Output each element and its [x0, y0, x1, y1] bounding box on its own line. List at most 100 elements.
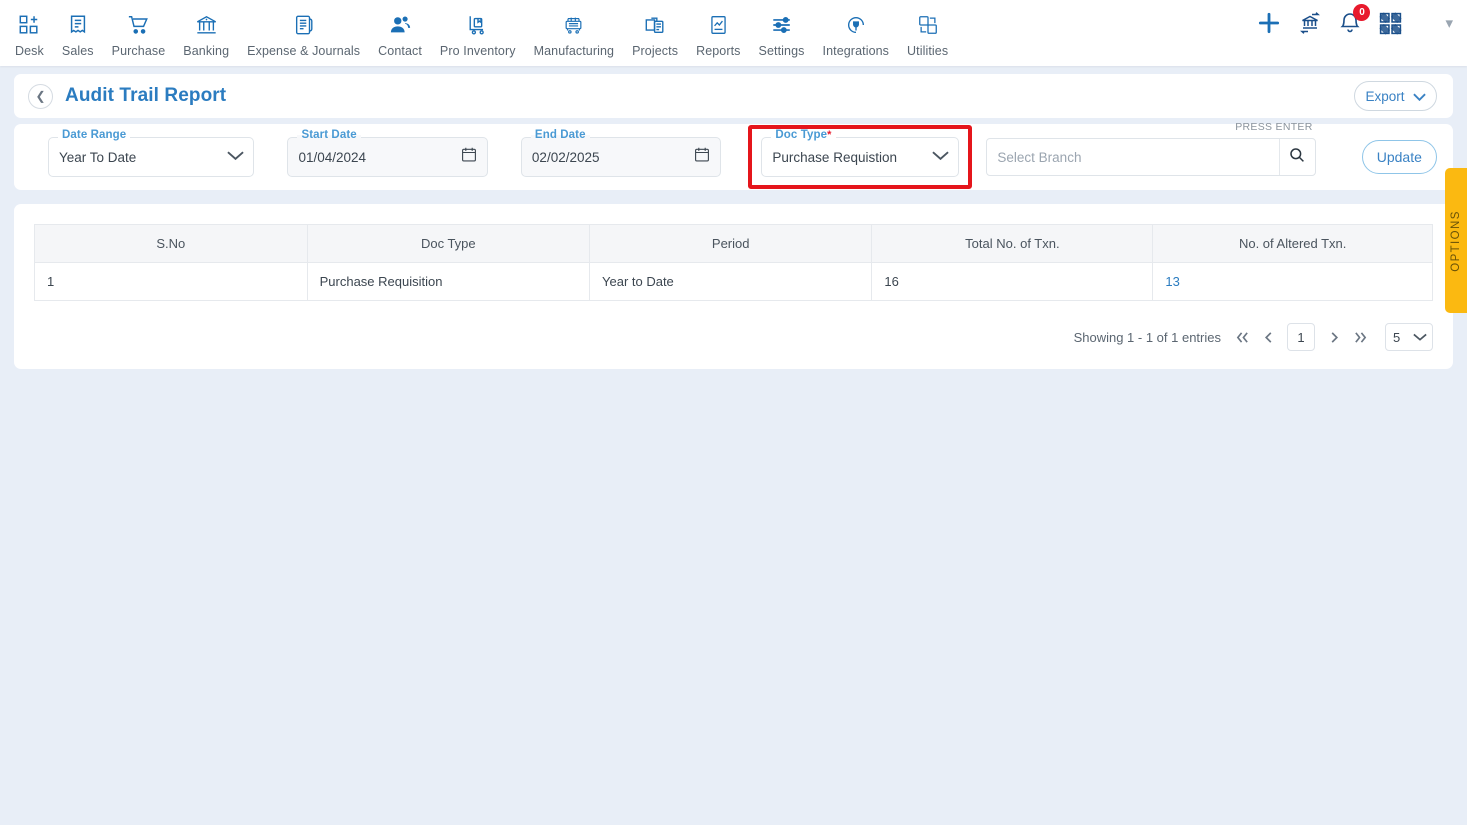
nav-item-contact[interactable]: Contact	[369, 8, 431, 58]
end-date-field[interactable]: End Date 02/02/2025	[520, 129, 722, 177]
chevron-down-icon	[932, 148, 950, 166]
nav-item-integrations[interactable]: Integrations	[814, 8, 899, 58]
journal-book-icon	[293, 10, 315, 40]
press-enter-hint: PRESS ENTER	[1235, 121, 1313, 133]
chevron-left-icon: ❮	[35, 89, 46, 103]
update-button-label: Update	[1376, 149, 1422, 165]
column-header-doc-type: Doc Type	[306, 224, 591, 263]
table-row: 1 Purchase Requisition Year to Date 16 1…	[34, 262, 1433, 301]
prev-page-button[interactable]	[1255, 324, 1281, 350]
people-icon	[389, 10, 412, 40]
nav-item-utilities[interactable]: Utilities	[898, 8, 957, 58]
doc-type-select[interactable]: Doc Type* Purchase Requistion	[761, 129, 960, 177]
search-button[interactable]	[1278, 139, 1315, 175]
next-page-button[interactable]	[1321, 324, 1347, 350]
column-header-period: Period	[588, 224, 873, 263]
page-number-1[interactable]: 1	[1287, 323, 1315, 351]
update-button[interactable]: Update	[1361, 140, 1437, 174]
audit-trail-table: S.No Doc Type Period Total No. of Txn. N…	[34, 224, 1433, 301]
nav-item-manufacturing[interactable]: Manufacturing	[525, 8, 624, 58]
nav-item-reports[interactable]: Reports	[687, 8, 749, 58]
start-date-value: 01/04/2024	[298, 149, 367, 165]
nav-item-purchase[interactable]: Purchase	[103, 8, 175, 58]
options-side-tab[interactable]: OPTIONS	[1445, 168, 1467, 313]
search-icon	[1289, 147, 1305, 168]
export-button[interactable]: Export	[1354, 81, 1437, 111]
nav-item-label: Expense & Journals	[247, 44, 361, 58]
branch-search-input[interactable]	[987, 149, 1279, 165]
required-asterisk: *	[827, 129, 832, 141]
filter-bar: Date Range Year To Date Start Date 01/04…	[14, 121, 1453, 190]
column-header-total-txn: Total No. of Txn.	[871, 224, 1154, 263]
pagination-summary: Showing 1 - 1 of 1 entries	[1073, 329, 1221, 345]
report-chart-icon	[708, 10, 729, 40]
table-header-row: S.No Doc Type Period Total No. of Txn. N…	[34, 224, 1433, 263]
hand-truck-icon	[467, 10, 489, 40]
cell-altered-txn-link[interactable]: 13	[1152, 262, 1433, 301]
export-button-label: Export	[1365, 88, 1405, 104]
calendar-icon[interactable]	[694, 147, 710, 168]
dashboard-grid-plus-icon	[18, 10, 40, 40]
first-page-button[interactable]	[1229, 324, 1255, 350]
nav-item-desk[interactable]: Desk	[6, 8, 53, 58]
machine-icon	[562, 10, 585, 40]
cell-doc-type: Purchase Requisition	[306, 262, 591, 301]
nav-item-sales[interactable]: Sales	[53, 8, 103, 58]
doc-type-label-text: Doc Type	[775, 129, 828, 141]
nav-right-actions: 0 ▾	[1256, 4, 1467, 36]
table-body: 1 Purchase Requisition Year to Date 16 1…	[34, 262, 1433, 301]
nav-item-banking[interactable]: Banking	[174, 8, 238, 58]
calendar-icon[interactable]	[461, 147, 477, 168]
chevron-down-icon	[1413, 330, 1427, 345]
nav-item-label: Contact	[378, 44, 422, 58]
doc-type-label: Doc Type*	[771, 129, 836, 141]
chevron-down-icon	[227, 148, 245, 166]
cell-sno: 1	[34, 262, 308, 301]
page-size-select[interactable]: 5	[1385, 323, 1433, 351]
bank-building-icon	[195, 10, 218, 40]
back-button[interactable]: ❮	[28, 83, 53, 109]
nav-item-label: Reports	[696, 44, 741, 58]
cell-period: Year to Date	[588, 262, 873, 301]
nav-item-pro-inventory[interactable]: Pro Inventory	[431, 8, 525, 58]
apps-grid-icon[interactable]	[1378, 11, 1403, 36]
doc-type-value: Purchase Requistion	[772, 149, 897, 165]
end-date-value: 02/02/2025	[531, 149, 600, 165]
column-header-sno: S.No	[34, 224, 308, 263]
nav-item-label: Purchase	[111, 44, 166, 58]
nav-item-label: Settings	[758, 44, 805, 58]
options-tab-label: OPTIONS	[1450, 209, 1462, 272]
bank-transfer-icon[interactable]	[1298, 11, 1322, 35]
chevron-down-icon[interactable]: ▾	[1445, 14, 1453, 32]
cell-total-txn: 16	[871, 262, 1154, 301]
bell-icon[interactable]: 0	[1338, 4, 1371, 35]
table-head: S.No Doc Type Period Total No. of Txn. N…	[34, 224, 1433, 263]
nav-item-settings[interactable]: Settings	[750, 8, 814, 58]
report-table-card: S.No Doc Type Period Total No. of Txn. N…	[14, 204, 1453, 369]
doc-type-highlight-box: Doc Type* Purchase Requistion	[748, 125, 973, 189]
last-page-button[interactable]	[1347, 324, 1373, 350]
top-navigation-bar: Desk Sales Purchase Banking Expense & Jo…	[0, 0, 1467, 66]
start-date-field[interactable]: Start Date 01/04/2024	[287, 129, 488, 177]
nav-item-expense-journals[interactable]: Expense & Journals	[238, 8, 369, 58]
utilities-swap-icon	[917, 10, 939, 40]
plus-icon[interactable]	[1256, 10, 1282, 36]
nav-items: Desk Sales Purchase Banking Expense & Jo…	[0, 8, 957, 58]
nav-item-label: Banking	[183, 44, 230, 58]
notification-badge: 0	[1353, 4, 1371, 21]
column-header-altered-txn: No. of Altered Txn.	[1152, 224, 1433, 263]
plug-circle-icon	[845, 10, 867, 40]
nav-item-label: Pro Inventory	[439, 44, 516, 58]
page-size-value: 5	[1393, 329, 1401, 345]
nav-item-label: Integrations	[822, 44, 890, 58]
date-range-label: Date Range	[58, 129, 131, 141]
nav-item-label: Utilities	[907, 44, 949, 58]
nav-item-label: Manufacturing	[533, 44, 615, 58]
nav-item-projects[interactable]: Projects	[623, 8, 687, 58]
date-range-select[interactable]: Date Range Year To Date	[48, 129, 255, 177]
start-date-label: Start Date	[297, 129, 361, 141]
chevron-down-icon	[1412, 89, 1426, 104]
end-date-label: End Date	[530, 129, 590, 141]
branch-search-wrapper: PRESS ENTER	[986, 121, 1316, 176]
receipt-icon	[67, 10, 89, 40]
